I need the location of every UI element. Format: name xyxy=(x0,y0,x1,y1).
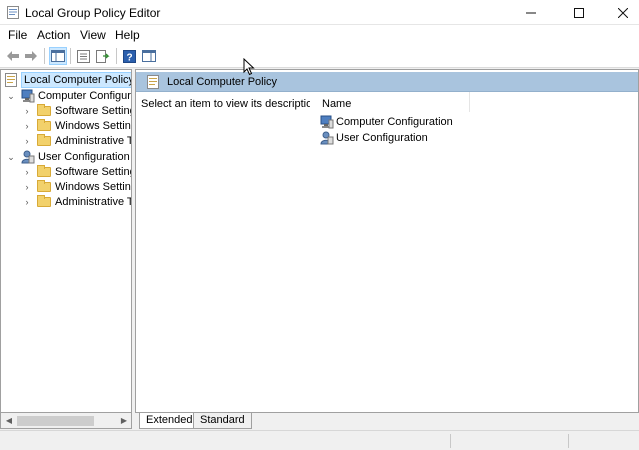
column-header-name[interactable]: Name xyxy=(310,92,470,112)
menu-file[interactable]: File xyxy=(8,28,27,42)
menu-action[interactable]: Action xyxy=(37,28,70,42)
policy-document-icon xyxy=(5,73,17,87)
tree-node-computer-software-settings[interactable]: › Software Settings xyxy=(1,103,131,119)
view-tabs: Extended Standard xyxy=(135,413,639,429)
computer-icon xyxy=(21,89,35,103)
tree-node-user-administrative-templates[interactable]: › Administrative Te xyxy=(1,194,131,210)
details-header: Local Computer Policy xyxy=(136,72,638,92)
tree-node-user-configuration[interactable]: ⌄ User Configuration xyxy=(1,149,131,165)
folder-icon xyxy=(37,195,51,207)
close-button[interactable] xyxy=(600,0,639,25)
menu-bar: File Action View Help xyxy=(0,25,639,44)
show-hide-action-pane-button[interactable] xyxy=(140,47,158,65)
description-text: Select an item to view its description. xyxy=(141,98,322,110)
help-icon: ? xyxy=(122,49,136,63)
tree-horizontal-scrollbar[interactable]: ◀ ▶ xyxy=(0,413,132,429)
status-separator xyxy=(450,434,451,448)
mouse-cursor-icon xyxy=(243,58,255,76)
chevron-down-icon[interactable]: ⌄ xyxy=(6,149,16,165)
svg-text:?: ? xyxy=(126,52,132,63)
forward-arrow-icon xyxy=(25,51,37,61)
scroll-left-icon[interactable]: ◀ xyxy=(3,415,15,427)
window-title: Local Group Policy Editor xyxy=(25,6,161,20)
title-bar: Local Group Policy Editor xyxy=(0,0,639,25)
tree-node-computer-configuration[interactable]: ⌄ Computer Configura xyxy=(1,88,131,104)
chevron-right-icon[interactable]: › xyxy=(22,179,32,195)
chevron-down-icon[interactable]: ⌄ xyxy=(6,88,16,104)
help-button[interactable]: ? xyxy=(120,47,138,65)
show-hide-action-pane-icon xyxy=(142,50,156,62)
chevron-right-icon[interactable]: › xyxy=(22,103,32,119)
folder-icon xyxy=(37,104,51,116)
user-icon xyxy=(320,131,334,145)
scrollbar-thumb[interactable] xyxy=(17,416,94,426)
forward-button[interactable] xyxy=(22,47,40,65)
details-pane: Local Computer Policy Select an item to … xyxy=(135,69,639,413)
chevron-right-icon[interactable]: › xyxy=(22,118,32,134)
export-list-icon xyxy=(96,49,110,63)
tree-node-local-computer-policy[interactable]: Local Computer Policy xyxy=(3,72,131,88)
toolbar-separator xyxy=(70,48,71,64)
minimize-icon xyxy=(526,12,536,13)
policy-document-icon xyxy=(147,75,159,89)
tree-node-user-windows-settings[interactable]: › Windows Setting xyxy=(1,179,131,195)
back-button[interactable] xyxy=(4,47,22,65)
show-hide-console-tree-icon xyxy=(51,50,65,62)
status-bar xyxy=(0,430,639,450)
items-list: Name Computer Configuration User Configu… xyxy=(310,92,638,412)
toolbar-separator xyxy=(116,48,117,64)
properties-button[interactable] xyxy=(74,47,92,65)
tab-standard[interactable]: Standard xyxy=(193,413,252,429)
show-hide-console-tree-button[interactable] xyxy=(49,47,67,65)
maximize-icon xyxy=(574,7,584,18)
toolbar-separator xyxy=(44,48,45,64)
scroll-right-icon[interactable]: ▶ xyxy=(118,415,130,427)
close-icon xyxy=(618,7,628,18)
tab-extended[interactable]: Extended xyxy=(139,413,200,429)
chevron-right-icon[interactable]: › xyxy=(22,194,32,210)
back-arrow-icon xyxy=(7,51,19,61)
toolbar: ? xyxy=(0,44,639,68)
details-header-title: Local Computer Policy xyxy=(167,76,278,88)
folder-icon xyxy=(37,119,51,131)
user-icon xyxy=(21,150,35,164)
console-tree: Local Computer Policy ⌄ Computer Configu… xyxy=(0,69,132,413)
folder-icon xyxy=(37,134,51,146)
chevron-right-icon[interactable]: › xyxy=(22,164,32,180)
tree-node-computer-windows-settings[interactable]: › Windows Setting xyxy=(1,118,131,134)
folder-icon xyxy=(37,165,51,177)
tree-node-computer-administrative-templates[interactable]: › Administrative Te xyxy=(1,133,131,149)
export-list-button[interactable] xyxy=(94,47,112,65)
properties-icon xyxy=(76,49,90,63)
minimize-button[interactable] xyxy=(508,0,554,25)
tree-node-user-software-settings[interactable]: › Software Settings xyxy=(1,164,131,180)
status-separator xyxy=(568,434,569,448)
folder-icon xyxy=(37,180,51,192)
policy-editor-icon xyxy=(7,6,19,19)
computer-icon xyxy=(320,115,334,129)
chevron-right-icon[interactable]: › xyxy=(22,133,32,149)
maximize-button[interactable] xyxy=(556,0,602,25)
menu-view[interactable]: View xyxy=(80,28,106,42)
menu-help[interactable]: Help xyxy=(115,28,140,42)
